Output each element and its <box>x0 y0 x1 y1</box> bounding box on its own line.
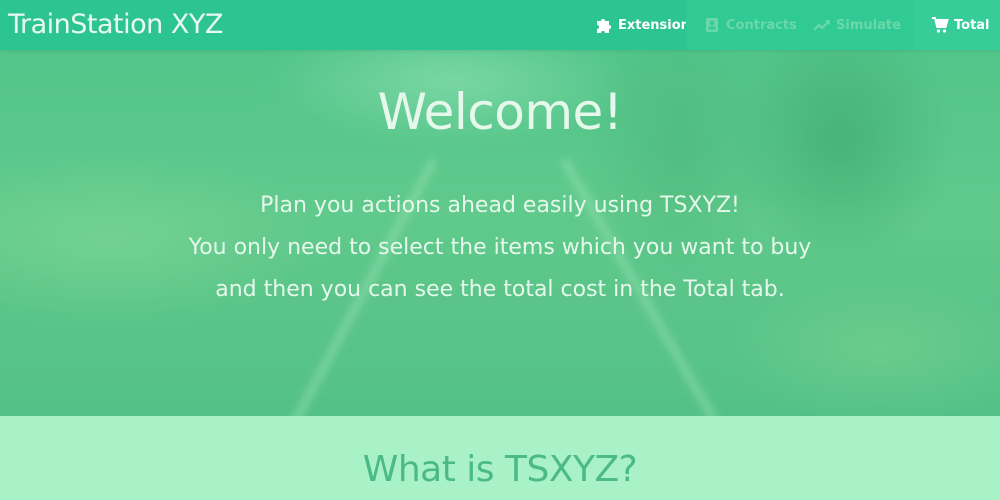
nav-item-extensions[interactable]: Extensions <box>580 0 698 50</box>
hero-description: Plan you actions ahead easily using TSXY… <box>0 185 1000 311</box>
nav-item-total[interactable]: Total <box>914 0 1000 50</box>
section-title: What is TSXYZ? <box>362 449 638 490</box>
cart-icon <box>930 15 950 35</box>
hero-line: Plan you actions ahead easily using TSXY… <box>260 193 740 218</box>
nav-menu: Extensions Contracts Simulate Total <box>580 0 1000 50</box>
navbar: TrainStation XYZ Extensions Contracts Si… <box>0 0 1000 50</box>
brand-logo[interactable]: TrainStation XYZ <box>8 8 223 42</box>
hero-title: Welcome! <box>377 83 623 141</box>
hero-line: and then you can see the total cost in t… <box>215 277 785 302</box>
nav-item-label: Total <box>954 17 990 33</box>
contract-icon <box>702 15 722 35</box>
nav-item-simulate[interactable]: Simulate <box>804 0 914 50</box>
nav-item-contracts[interactable]: Contracts <box>686 0 804 50</box>
puzzle-icon <box>594 15 614 35</box>
trend-icon <box>812 15 832 35</box>
hero-line: You only need to select the items which … <box>188 235 812 260</box>
nav-item-label: Simulate <box>836 17 901 33</box>
hero-banner: Welcome! Plan you actions ahead easily u… <box>0 50 1000 416</box>
nav-item-label: Contracts <box>726 17 797 33</box>
hero-content: Welcome! Plan you actions ahead easily u… <box>0 50 1000 416</box>
about-section: What is TSXYZ? <box>0 416 1000 500</box>
